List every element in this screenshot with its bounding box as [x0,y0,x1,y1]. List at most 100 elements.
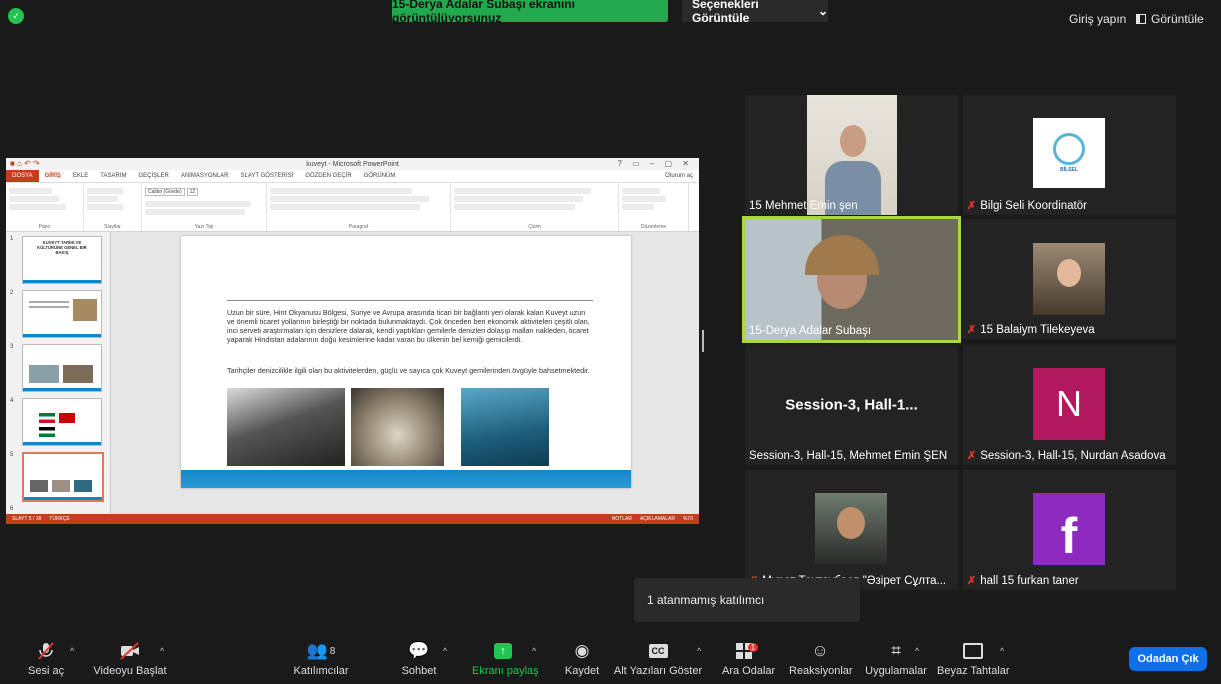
ppt-ribbon-tabs: DOSYA GİRİŞ EKLE TASARIM GEÇİŞLER ANİMAS… [6,170,699,183]
thumb-number: 6 [10,506,14,512]
ppt-group-label: Paragraf [348,224,369,230]
ppt-group-label: Slaytlar [104,224,121,230]
ppt-group-slides: Slaytlar [84,183,142,231]
unmute-button[interactable]: Sesi aç [28,640,64,677]
ppt-tab-view: GÖRÜNÜM [363,173,396,179]
view-button[interactable]: Görüntüle [1136,12,1204,26]
slide-thumb-5 [22,452,104,502]
closed-captions-icon: CC [610,640,706,662]
video-tile-5[interactable]: Session-3, Hall-1... Session-3, Hall-15,… [745,345,958,465]
whiteboard-options-chevron-icon[interactable]: ^ [1000,646,1004,656]
thumb-number: 3 [10,344,14,350]
participants-icon: 👥 8 [306,641,336,660]
show-captions-button[interactable]: CC Alt Yazıları Göster [610,640,706,677]
participant-name: 15 Mehmet Emin şen [749,200,858,212]
security-shield-icon[interactable]: ✓ [8,8,24,24]
mic-muted-icon: ✗ [967,575,977,587]
breakout-rooms-button[interactable]: 1 Ara Odalar [722,640,775,677]
participant-video [807,95,897,215]
oyster-photo [351,388,444,466]
ppt-comments: AÇIKLAMALAR [639,516,675,522]
ppt-group-label: Düzenleme [640,224,667,230]
video-tile-2[interactable]: BİLSEL ✗ Bilgi Seli Koordinatör [963,95,1176,215]
video-tile-8[interactable]: f ✗ hall 15 furkan taner [963,470,1176,590]
ppt-tab-design: TASARIM [100,173,127,179]
participants-button[interactable]: 👥 8 Katılımcılar [290,640,352,677]
view-options-button[interactable]: Seçenekleri Görüntüle ⌄ [682,0,828,25]
audio-options-chevron-icon[interactable]: ^ [70,646,74,656]
ppt-tab-insert: EKLE [72,173,89,179]
record-button[interactable]: ◉ Kaydet [564,640,600,677]
ppt-tab-home: GİRİŞ [44,173,61,179]
ppt-group-label: Çizim [528,224,541,230]
participant-initial: f [1033,493,1105,565]
participant-name: Session-3, Hall-15, Mehmet Emin ŞEN [749,450,948,462]
participant-name: ✗ hall 15 furkan taner [967,574,1079,588]
share-options-chevron-icon[interactable]: ^ [532,646,536,656]
video-tile-6[interactable]: N ✗ Session-3, Hall-15, Nurdan Asadova [963,345,1176,465]
video-tile-4[interactable]: ✗ 15 Balaiym Tilekeyeva [963,219,1176,339]
chat-options-chevron-icon[interactable]: ^ [443,646,447,656]
whiteboard-icon [937,640,1009,662]
view-label: Görüntüle [1151,12,1204,26]
thumb-number: 2 [10,290,14,296]
slide-thumb-1: KUVEYT TARİHİ VE KÜLTÜRÜNE GENEL BİR BAK… [22,236,102,284]
current-slide: Uzun bir süre, Hint Okyanusu Bölgesi, Su… [181,236,631,488]
logo-text: BİLSEL [1060,167,1078,173]
bilsel-logo: BİLSEL [1033,118,1105,188]
view-options-label: Seçenekleri Görüntüle [692,0,759,25]
ppt-notes: NOTLAR [611,516,632,522]
chat-button[interactable]: 💬 Sohbet [401,640,437,677]
ppt-signin: Oturum aç [664,173,693,179]
share-screen-button[interactable]: ↑ Ekranı paylaş [472,640,539,677]
apps-options-chevron-icon[interactable]: ^ [915,646,919,656]
video-tile-3-active[interactable]: 15-Derya Adalar Subaşı [742,216,961,343]
ppt-slide-counter: SLAYT 5 / 18 [12,516,42,522]
apps-button[interactable]: ⌗ Uygulamalar [862,640,930,677]
ppt-workspace: 1 KUVEYT TARİHİ VE KÜLTÜRÜNE GENEL BİR B… [6,232,699,514]
participant-name: ✗ Bilgi Seli Koordinatör [967,199,1087,213]
slide-divider [227,300,593,301]
ppt-group-clipboard: Pano [6,183,84,231]
participant-avatar [1033,243,1105,315]
ppt-font-name: Calibri (Gövde) [145,188,185,196]
video-tile-1[interactable]: 15 Mehmet Emin şen [745,95,958,215]
split-drag-handle[interactable] [702,330,704,352]
ppt-tab-review: GÖZDEN GEÇİR [305,173,352,179]
ppt-language: TÜRKÇE [49,516,70,522]
record-icon: ◉ [574,641,590,660]
video-off-icon [93,640,167,662]
participant-video [745,219,958,340]
video-tile-7[interactable]: ✗Мурат Тахтаубаев "Әзірет Сұлта... [745,470,958,590]
ppt-titlebar: ■ ⌂ ↶ ↷ kuveyt - Microsoft PowerPoint ? … [6,158,699,170]
thumb-number: 4 [10,398,14,404]
sign-in-link[interactable]: Giriş yapın [1069,12,1126,26]
participant-name: ✗ 15 Balaiym Tilekeyeva [967,323,1095,337]
slide-thumbnails: 1 KUVEYT TARİHİ VE KÜLTÜRÜNE GENEL BİR B… [6,232,111,514]
participants-count: 8 [329,645,336,657]
quick-access-icons: ■ ⌂ ↶ ↷ [10,159,40,168]
whiteboards-button[interactable]: Beyaz Tahtalar [937,640,1010,677]
thumb1-title: KUVEYT TARİHİ VE KÜLTÜRÜNE GENEL BİR BAK… [37,240,87,255]
ppt-group-drawing: Çizim [451,183,619,231]
mic-muted-icon: ✗ [967,450,977,462]
slide-editor: Uzun bir süre, Hint Okyanusu Bölgesi, Su… [111,232,699,514]
participant-name: 15-Derya Adalar Subaşı [749,325,872,337]
mic-muted-icon: ✗ [967,324,977,336]
unassigned-participants-tooltip: 1 atanmamış katılımcı [634,578,860,622]
thumb-number: 5 [10,452,14,458]
participant-avatar [815,493,887,565]
share-screen-icon: ↑ [472,640,534,662]
ppt-tab-animations: ANİMASYONLAR [180,173,229,179]
diver-photo-1 [227,388,345,466]
breakout-rooms-icon: 1 [722,640,772,662]
layout-icon [1136,14,1146,24]
video-options-chevron-icon[interactable]: ^ [160,646,164,656]
ppt-group-editing: Düzenleme [619,183,689,231]
ppt-ribbon: Pano Slaytlar Calibri (Gövde) 12 Yazı Ti… [6,183,699,232]
reaction-emoji-icon: ☺ [811,641,829,660]
reactions-button[interactable]: ☺ Reaksiyonlar [789,640,853,677]
start-video-button[interactable]: Videoyu Başlat [93,640,167,677]
captions-options-chevron-icon[interactable]: ^ [697,646,701,656]
leave-meeting-button[interactable]: Odadan Çık [1129,647,1207,671]
